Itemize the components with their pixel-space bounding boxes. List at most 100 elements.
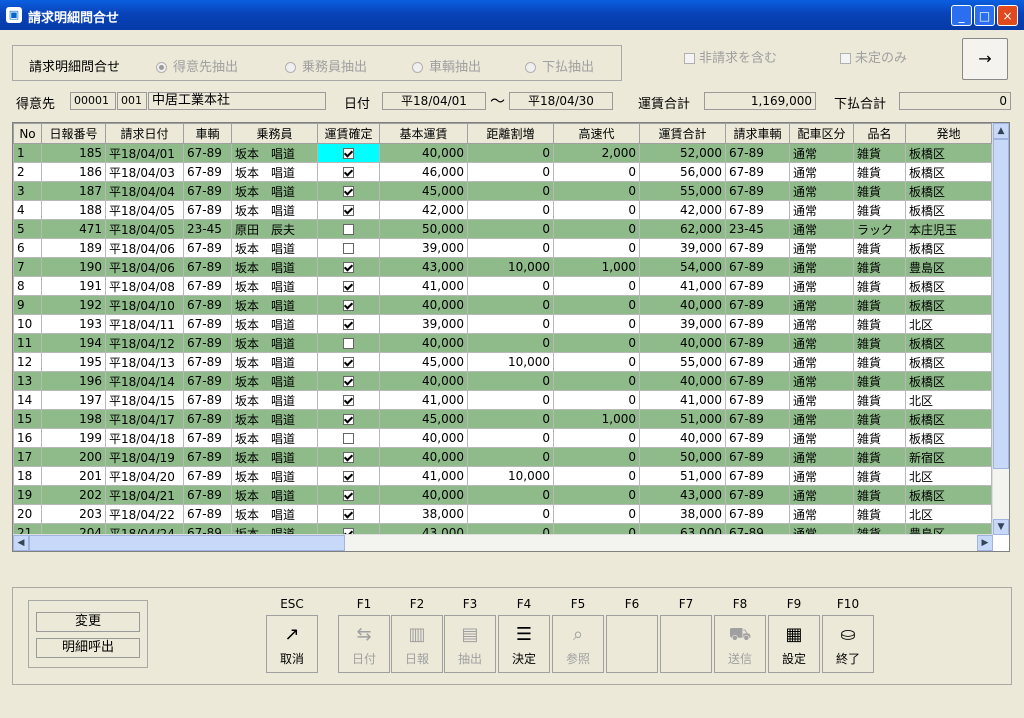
fare-confirmed-cell[interactable] <box>317 333 380 353</box>
column-header[interactable]: No <box>13 123 42 144</box>
close-button[interactable]: × <box>997 5 1018 26</box>
column-header[interactable]: 品名 <box>853 123 906 144</box>
fare-confirmed-checkbox[interactable] <box>343 243 354 254</box>
fare-confirmed-checkbox[interactable] <box>343 414 354 425</box>
column-header[interactable]: 発地 <box>905 123 992 144</box>
date-to-field[interactable]: 平18/04/30 <box>509 92 613 110</box>
fkey-button-f6[interactable] <box>606 615 658 673</box>
fare-confirmed-cell[interactable] <box>317 485 380 505</box>
table-row[interactable]: 6 189 平18/04/06 67-89 坂本 唱道 39,000 0 0 39,000 67-… <box>13 238 992 258</box>
fare-confirmed-cell[interactable] <box>317 219 380 239</box>
fare-confirmed-checkbox[interactable] <box>343 338 354 349</box>
minimize-button[interactable]: _ <box>951 5 972 26</box>
fare-confirmed-cell[interactable] <box>317 447 380 467</box>
fkey-button-f3[interactable]: ▤ 抽出 <box>444 615 496 673</box>
fare-confirmed-checkbox[interactable] <box>343 319 354 330</box>
vertical-scrollbar[interactable]: ▲ ▼ <box>992 123 1009 535</box>
next-arrow-button[interactable]: → <box>962 38 1008 80</box>
fare-confirmed-cell[interactable] <box>317 409 380 429</box>
checkbox-undecided-only[interactable]: 未定のみ <box>840 47 907 66</box>
fare-confirmed-cell[interactable] <box>317 504 380 524</box>
table-row[interactable]: 11 194 平18/04/12 67-89 坂本 唱道 40,000 0 0 40,000 67… <box>13 333 992 353</box>
fare-confirmed-checkbox[interactable] <box>343 376 354 387</box>
column-header[interactable]: 距離割増 <box>467 123 554 144</box>
scroll-right-button[interactable]: ▶ <box>977 535 993 551</box>
fare-confirmed-checkbox[interactable] <box>343 490 354 501</box>
column-header[interactable]: 請求日付 <box>105 123 184 144</box>
fare-confirmed-checkbox[interactable] <box>343 509 354 520</box>
fare-confirmed-checkbox[interactable] <box>343 205 354 216</box>
fare-confirmed-cell[interactable] <box>317 428 380 448</box>
fkey-button-f2[interactable]: ▥ 日報 <box>391 615 443 673</box>
table-row[interactable]: 10 193 平18/04/11 67-89 坂本 唱道 39,000 0 0 39,000 67… <box>13 314 992 334</box>
table-row[interactable]: 5 471 平18/04/05 23-45 原田 辰夫 50,000 0 0 62,000 23-… <box>13 219 992 239</box>
date-from-field[interactable]: 平18/04/01 <box>382 92 486 110</box>
scroll-up-button[interactable]: ▲ <box>993 123 1009 139</box>
fare-confirmed-cell[interactable] <box>317 466 380 486</box>
radio-vehicle-indicator[interactable] <box>412 62 423 73</box>
column-header[interactable]: 車輌 <box>183 123 232 144</box>
table-row[interactable]: 20 203 平18/04/22 67-89 坂本 唱道 38,000 0 0 38,000 67… <box>13 504 992 524</box>
scroll-left-button[interactable]: ◀ <box>13 535 29 551</box>
fare-confirmed-checkbox[interactable] <box>343 262 354 273</box>
fkey-button-f8[interactable]: ⛟ 送信 <box>714 615 766 673</box>
radio-vehicle[interactable]: 車輌抽出 <box>412 56 481 75</box>
checkbox-undecided-only-box[interactable] <box>840 53 851 64</box>
table-row[interactable]: 14 197 平18/04/15 67-89 坂本 唱道 41,000 0 0 41,000 67… <box>13 390 992 410</box>
maximize-button[interactable]: □ <box>974 5 995 26</box>
fare-confirmed-cell[interactable] <box>317 200 380 220</box>
table-row[interactable]: 16 199 平18/04/18 67-89 坂本 唱道 40,000 0 0 40,000 67… <box>13 428 992 448</box>
table-row[interactable]: 3 187 平18/04/04 67-89 坂本 唱道 45,000 0 0 55,000 67-… <box>13 181 992 201</box>
column-header[interactable]: 乗務員 <box>231 123 318 144</box>
radio-driver[interactable]: 乗務員抽出 <box>285 56 367 75</box>
fare-confirmed-cell[interactable] <box>317 352 380 372</box>
fkey-button-esc[interactable]: ↗ 取消 <box>266 615 318 673</box>
fare-confirmed-checkbox[interactable] <box>343 224 354 235</box>
radio-subpay-indicator[interactable] <box>525 62 536 73</box>
table-row[interactable]: 18 201 平18/04/20 67-89 坂本 唱道 41,000 10,000 0 51,… <box>13 466 992 486</box>
horizontal-scrollbar[interactable]: ◀ ▶ <box>13 534 993 551</box>
fare-confirmed-cell[interactable] <box>317 162 380 182</box>
vertical-scroll-thumb[interactable] <box>993 139 1009 469</box>
column-header[interactable]: 請求車輌 <box>725 123 790 144</box>
fare-confirmed-checkbox[interactable] <box>343 281 354 292</box>
table-row[interactable]: 12 195 平18/04/13 67-89 坂本 唱道 45,000 10,000 0 55,… <box>13 352 992 372</box>
table-row[interactable]: 4 188 平18/04/05 67-89 坂本 唱道 42,000 0 0 42,000 67-… <box>13 200 992 220</box>
fare-confirmed-cell[interactable] <box>317 390 380 410</box>
table-row[interactable]: 15 198 平18/04/17 67-89 坂本 唱道 45,000 0 1,000 51,0… <box>13 409 992 429</box>
table-row[interactable]: 2 186 平18/04/03 67-89 坂本 唱道 46,000 0 0 56,000 67-… <box>13 162 992 182</box>
radio-subpay[interactable]: 下払抽出 <box>525 56 594 75</box>
fare-confirmed-checkbox[interactable] <box>343 357 354 368</box>
fare-confirmed-cell[interactable] <box>317 238 380 258</box>
fare-confirmed-checkbox[interactable] <box>343 395 354 406</box>
table-row[interactable]: 8 191 平18/04/08 67-89 坂本 唱道 41,000 0 0 41,000 67-… <box>13 276 992 296</box>
fare-confirmed-checkbox[interactable] <box>343 471 354 482</box>
fkey-button-f4[interactable]: ☰ 決定 <box>498 615 550 673</box>
customer-code-field[interactable]: 00001 <box>70 92 116 110</box>
table-row[interactable]: 19 202 平18/04/21 67-89 坂本 唱道 40,000 0 0 43,000 67… <box>13 485 992 505</box>
checkbox-include-nonbilled-box[interactable] <box>684 53 695 64</box>
table-row[interactable]: 17 200 平18/04/19 67-89 坂本 唱道 40,000 0 0 50,000 67… <box>13 447 992 467</box>
fkey-button-f9[interactable]: ▦ 設定 <box>768 615 820 673</box>
customer-branch-field[interactable]: 001 <box>117 92 147 110</box>
radio-customer-indicator[interactable] <box>156 62 167 73</box>
column-header[interactable]: 高速代 <box>553 123 640 144</box>
fkey-button-f1[interactable]: ⇆ 日付 <box>338 615 390 673</box>
detail-grid[interactable]: No 日報番号 請求日付 車輌 乗務員 運賃確定 基本運賃 距離割増 高速代 運賃合計 請求車輌 配車… <box>12 122 1010 552</box>
column-header[interactable]: 基本運賃 <box>379 123 468 144</box>
fkey-button-f10[interactable]: ⛀ 終了 <box>822 615 874 673</box>
fare-confirmed-checkbox[interactable] <box>343 433 354 444</box>
fare-confirmed-cell[interactable] <box>317 371 380 391</box>
fare-confirmed-cell[interactable] <box>317 143 380 163</box>
fare-confirmed-cell[interactable] <box>317 181 380 201</box>
fare-confirmed-cell[interactable] <box>317 314 380 334</box>
fare-confirmed-checkbox[interactable] <box>343 300 354 311</box>
radio-driver-indicator[interactable] <box>285 62 296 73</box>
table-row[interactable]: 9 192 平18/04/10 67-89 坂本 唱道 40,000 0 0 40,000 67-… <box>13 295 992 315</box>
checkbox-include-nonbilled[interactable]: 非請求を含む <box>684 47 777 66</box>
column-header[interactable]: 運賃合計 <box>639 123 726 144</box>
horizontal-scroll-thumb[interactable] <box>29 535 345 551</box>
column-header[interactable]: 日報番号 <box>41 123 106 144</box>
fkey-button-f5[interactable]: ⌕ 参照 <box>552 615 604 673</box>
scroll-down-button[interactable]: ▼ <box>993 519 1009 535</box>
